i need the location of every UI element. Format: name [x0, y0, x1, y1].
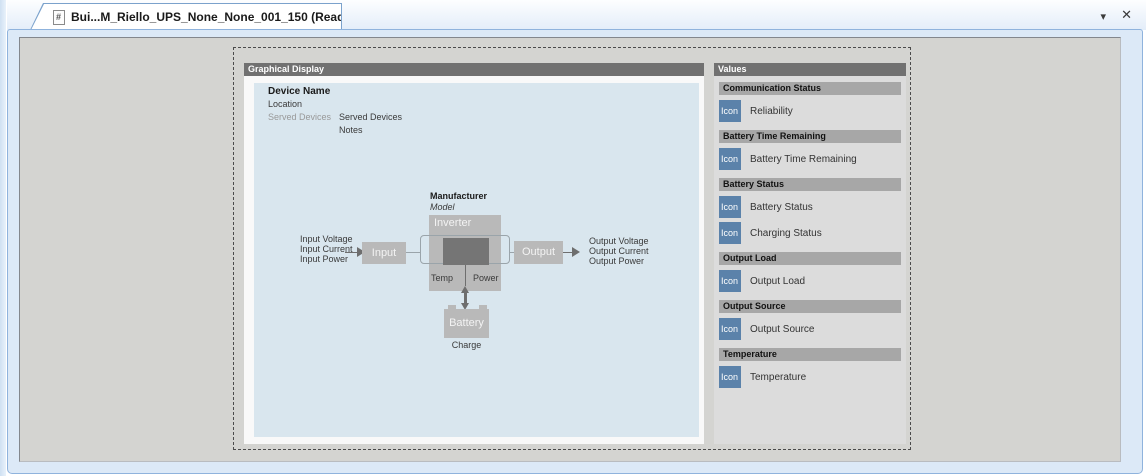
- side-splitter-strip: [0, 0, 7, 476]
- section-output-source: Output Source Icon Output Source: [719, 300, 901, 340]
- section-output-load: Output Load Icon Output Load: [719, 252, 901, 292]
- battery-box: Battery: [444, 309, 489, 338]
- value-row-label: Output Load: [750, 276, 805, 287]
- section-header: Temperature: [719, 348, 901, 361]
- values-panel: Values Communication Status Icon Reliabi…: [714, 63, 906, 444]
- output-current-label: Output Current: [589, 246, 649, 256]
- output-box: Output: [514, 241, 563, 264]
- manufacturer-label: Manufacturer: [430, 191, 487, 201]
- value-row-label: Reliability: [750, 106, 793, 117]
- tab-title: Bui...M_Riello_UPS_None_None_001_150 (Re…: [71, 10, 377, 24]
- values-content: Communication Status Icon Reliability Ba…: [714, 76, 906, 388]
- output-connector-line: [563, 252, 572, 253]
- value-row: Icon Output Source: [719, 318, 901, 340]
- charge-label: Charge: [444, 340, 489, 350]
- value-row: Icon Reliability: [719, 100, 901, 122]
- input-connector-line: [345, 252, 357, 253]
- input-to-inverter-line: [406, 252, 421, 253]
- value-row-label: Battery Time Remaining: [750, 154, 857, 165]
- inverter-battery-line: [465, 265, 466, 286]
- section-temperature: Temperature Icon Temperature: [719, 348, 901, 388]
- input-box: Input: [362, 242, 406, 264]
- input-voltage-label: Input Voltage: [300, 234, 353, 244]
- battery-double-arrow-icon: [461, 286, 470, 310]
- inverter-core-rect: [443, 238, 489, 265]
- value-row: Icon Battery Status: [719, 196, 901, 218]
- value-icon-placeholder: Icon: [719, 318, 741, 340]
- close-icon[interactable]: ✕: [1121, 7, 1132, 23]
- section-header: Battery Time Remaining: [719, 130, 901, 143]
- section-communication-status: Communication Status Icon Reliability: [719, 82, 901, 122]
- selection-bounds: Graphical Display Device Name Location S…: [233, 47, 911, 450]
- section-header: Communication Status: [719, 82, 901, 95]
- value-row: Icon Temperature: [719, 366, 901, 388]
- output-power-label: Output Power: [589, 256, 649, 266]
- value-icon-placeholder: Icon: [719, 222, 741, 244]
- device-name-label: Device Name: [268, 86, 330, 97]
- value-row: Icon Output Load: [719, 270, 901, 292]
- value-icon-placeholder: Icon: [719, 100, 741, 122]
- value-row-label: Charging Status: [750, 228, 822, 239]
- served-devices-value: Served Devices: [339, 112, 402, 122]
- value-row-label: Output Source: [750, 324, 814, 335]
- section-header: Output Load: [719, 252, 901, 265]
- tab-close-icon[interactable]: ✕: [389, 11, 398, 24]
- value-row-label: Temperature: [750, 372, 806, 383]
- value-icon-placeholder: Icon: [719, 148, 741, 170]
- tab-bar: Bui...M_Riello_UPS_None_None_001_150 (Re…: [7, 0, 1146, 30]
- model-label: Model: [430, 202, 455, 212]
- location-label: Location: [268, 99, 302, 109]
- value-icon-placeholder: Icon: [719, 270, 741, 292]
- editor-work-area: Graphical Display Device Name Location S…: [19, 37, 1121, 462]
- document-frame: Graphical Display Device Name Location S…: [7, 29, 1143, 474]
- output-metrics-labels: Output Voltage Output Current Output Pow…: [589, 236, 649, 266]
- tab-document[interactable]: Bui...M_Riello_UPS_None_None_001_150 (Re…: [30, 3, 342, 30]
- value-row: Icon Battery Time Remaining: [719, 148, 901, 170]
- tab-body: Bui...M_Riello_UPS_None_None_001_150 (Re…: [31, 4, 341, 30]
- chevron-down-icon[interactable]: ▾: [1100, 9, 1106, 25]
- graphical-display-header: Graphical Display: [244, 63, 704, 76]
- temp-label: Temp: [431, 273, 453, 283]
- section-header: Output Source: [719, 300, 901, 313]
- input-metrics-labels: Input Voltage Input Current Input Power: [300, 234, 353, 264]
- graphic-canvas: Device Name Location Served Devices Serv…: [254, 83, 699, 437]
- section-battery-status: Battery Status Icon Battery Status Icon …: [719, 178, 901, 244]
- value-row: Icon Charging Status: [719, 222, 901, 244]
- input-power-label: Input Power: [300, 254, 353, 264]
- served-devices-caption: Served Devices: [268, 112, 331, 122]
- section-battery-time-remaining: Battery Time Remaining Icon Battery Time…: [719, 130, 901, 170]
- document-icon: [53, 10, 65, 25]
- value-row-label: Battery Status: [750, 202, 813, 213]
- value-icon-placeholder: Icon: [719, 366, 741, 388]
- graphical-display-panel: Graphical Display Device Name Location S…: [244, 63, 704, 444]
- notes-label: Notes: [339, 125, 363, 135]
- values-header: Values: [714, 63, 906, 76]
- section-header: Battery Status: [719, 178, 901, 191]
- output-arrow-icon: [572, 247, 580, 257]
- output-voltage-label: Output Voltage: [589, 236, 649, 246]
- value-icon-placeholder: Icon: [719, 196, 741, 218]
- power-label: Power: [473, 273, 499, 283]
